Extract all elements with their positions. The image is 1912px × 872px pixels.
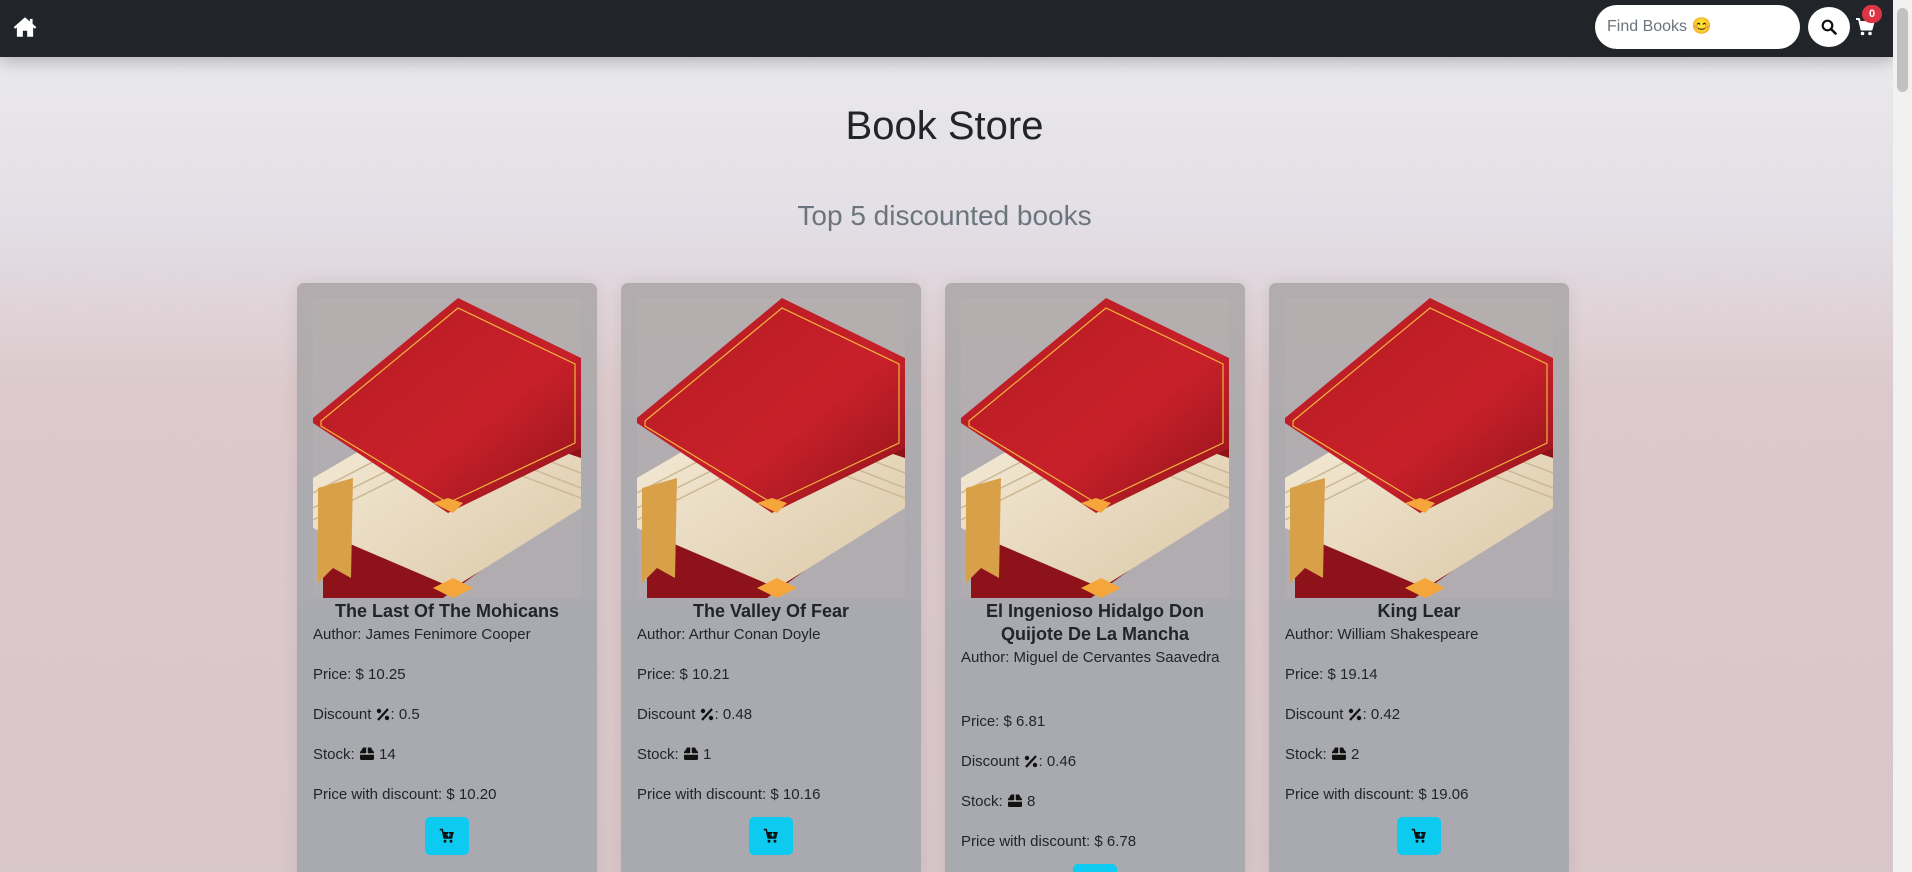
percent-icon bbox=[700, 705, 715, 729]
book-title: King Lear bbox=[1377, 601, 1461, 621]
price-with-discount-label: Price with discount: $ bbox=[1285, 786, 1427, 803]
price-with-discount-label: Price with discount: $ bbox=[313, 786, 455, 803]
stock-label: Stock: bbox=[637, 746, 679, 763]
discount-value: 0.5 bbox=[398, 706, 420, 723]
book-stock: Stock: 8 bbox=[961, 790, 1229, 816]
book-price-with-discount: Price with discount: $ 10.16 bbox=[637, 783, 905, 807]
book-card: King Lear Author: William Shakespeare Pric… bbox=[1269, 283, 1569, 872]
discount-label: Discount bbox=[1285, 706, 1344, 723]
section-title: Top 5 discounted books bbox=[797, 200, 1092, 231]
author-label: Author: bbox=[1285, 626, 1334, 643]
price-value: 10.25 bbox=[368, 666, 406, 683]
stock-value: 1 bbox=[703, 746, 712, 763]
stock-value: 14 bbox=[379, 746, 396, 763]
discount-value: 0.46 bbox=[1046, 753, 1077, 770]
book-author: Author: Arthur Conan Doyle bbox=[637, 623, 905, 647]
cart-plus-icon bbox=[1411, 828, 1427, 844]
book-price-with-discount: Price with discount: $ 19.06 bbox=[1285, 783, 1553, 807]
book-title: The Valley Of Fear bbox=[692, 601, 850, 621]
book-title: The Last Of The Mohicans bbox=[334, 601, 560, 621]
book-price: Price: $ 19.14 bbox=[1285, 663, 1553, 687]
price-with-discount-label: Price with discount: $ bbox=[961, 833, 1103, 850]
book-stock: Stock: 14 bbox=[313, 743, 581, 769]
book-stock: Stock: 1 bbox=[637, 743, 905, 769]
book-cover-image bbox=[636, 298, 906, 598]
author-value: Miguel de Cervantes Saavedra bbox=[1013, 649, 1220, 666]
discount-label: Discount bbox=[961, 753, 1020, 770]
add-to-cart-button[interactable] bbox=[1397, 817, 1441, 855]
discount-label: Discount bbox=[313, 706, 372, 723]
add-to-cart-button[interactable] bbox=[1073, 864, 1117, 872]
home-icon bbox=[13, 17, 37, 37]
box-icon bbox=[359, 745, 375, 769]
author-label: Author: bbox=[961, 649, 1010, 666]
page-scrollbar[interactable] bbox=[1893, 0, 1912, 872]
price-with-discount-value: 6.78 bbox=[1106, 833, 1137, 850]
box-icon bbox=[1331, 745, 1347, 769]
book-price: Price: $ 6.81 bbox=[961, 710, 1229, 734]
box-icon bbox=[1007, 792, 1023, 816]
percent-icon bbox=[376, 705, 391, 729]
percent-icon bbox=[1348, 705, 1363, 729]
price-label: Price: $ bbox=[637, 666, 688, 683]
price-value: 19.14 bbox=[1340, 666, 1378, 683]
price-label: Price: $ bbox=[313, 666, 364, 683]
book-title: El Ingenioso Hidalgo Don Quijote De La M… bbox=[986, 601, 1204, 644]
stock-label: Stock: bbox=[1285, 746, 1327, 763]
book-discount: Discount : 0.46 bbox=[961, 750, 1229, 776]
book-stock: Stock: 2 bbox=[1285, 743, 1553, 769]
price-with-discount-value: 10.20 bbox=[458, 786, 497, 803]
author-value: Arthur Conan Doyle bbox=[688, 626, 821, 643]
book-price-with-discount: Price with discount: $ 10.20 bbox=[313, 783, 581, 807]
book-price-with-discount: Price with discount: $ 6.78 bbox=[961, 830, 1229, 854]
author-label: Author: bbox=[313, 626, 362, 643]
price-label: Price: $ bbox=[1285, 666, 1336, 683]
cart-count-badge: 0 bbox=[1862, 5, 1882, 23]
box-icon bbox=[683, 745, 699, 769]
cart-plus-icon bbox=[763, 828, 779, 844]
discount-label: Discount bbox=[637, 706, 696, 723]
book-discount: Discount : 0.42 bbox=[1285, 703, 1553, 729]
cart-plus-icon bbox=[439, 828, 455, 844]
search-icon bbox=[1821, 19, 1837, 35]
author-label: Author: bbox=[637, 626, 686, 643]
home-button[interactable] bbox=[12, 14, 38, 40]
author-value: William Shakespeare bbox=[1337, 626, 1479, 643]
price-with-discount-value: 19.06 bbox=[1430, 786, 1469, 803]
book-author: Author: Miguel de Cervantes Saavedra bbox=[961, 646, 1229, 670]
book-card: El Ingenioso Hidalgo Don Quijote De La M… bbox=[945, 283, 1245, 872]
book-discount: Discount : 0.48 bbox=[637, 703, 905, 729]
page-title: Book Store bbox=[845, 104, 1044, 148]
price-with-discount-value: 10.16 bbox=[782, 786, 821, 803]
book-cover-image bbox=[960, 298, 1230, 598]
book-price: Price: $ 10.21 bbox=[637, 663, 905, 687]
stock-label: Stock: bbox=[961, 793, 1003, 810]
search-input[interactable] bbox=[1595, 5, 1800, 49]
scrollbar-thumb[interactable] bbox=[1897, 8, 1908, 92]
stock-value: 2 bbox=[1351, 746, 1360, 763]
percent-icon bbox=[1024, 752, 1039, 776]
book-author: Author: William Shakespeare bbox=[1285, 623, 1553, 647]
add-to-cart-button[interactable] bbox=[425, 817, 469, 855]
price-with-discount-label: Price with discount: $ bbox=[637, 786, 779, 803]
book-discount: Discount : 0.5 bbox=[313, 703, 581, 729]
book-cover-image bbox=[312, 298, 582, 598]
book-card: The Valley Of Fear Author: Arthur Conan D… bbox=[621, 283, 921, 872]
navbar: 0 bbox=[0, 0, 1893, 57]
discount-value: 0.48 bbox=[722, 706, 753, 723]
book-price: Price: $ 10.25 bbox=[313, 663, 581, 687]
add-to-cart-button[interactable] bbox=[749, 817, 793, 855]
book-author: Author: James Fenimore Cooper bbox=[313, 623, 581, 647]
stock-label: Stock: bbox=[313, 746, 355, 763]
search-button[interactable] bbox=[1808, 7, 1850, 47]
price-value: 10.21 bbox=[692, 666, 730, 683]
discount-value: 0.42 bbox=[1370, 706, 1401, 723]
book-cover-image bbox=[1284, 298, 1554, 598]
price-value: 6.81 bbox=[1016, 713, 1046, 730]
book-card: The Last Of The Mohicans Author: James Fe… bbox=[297, 283, 597, 872]
author-value: James Fenimore Cooper bbox=[365, 626, 531, 643]
stock-value: 8 bbox=[1027, 793, 1036, 810]
price-label: Price: $ bbox=[961, 713, 1012, 730]
